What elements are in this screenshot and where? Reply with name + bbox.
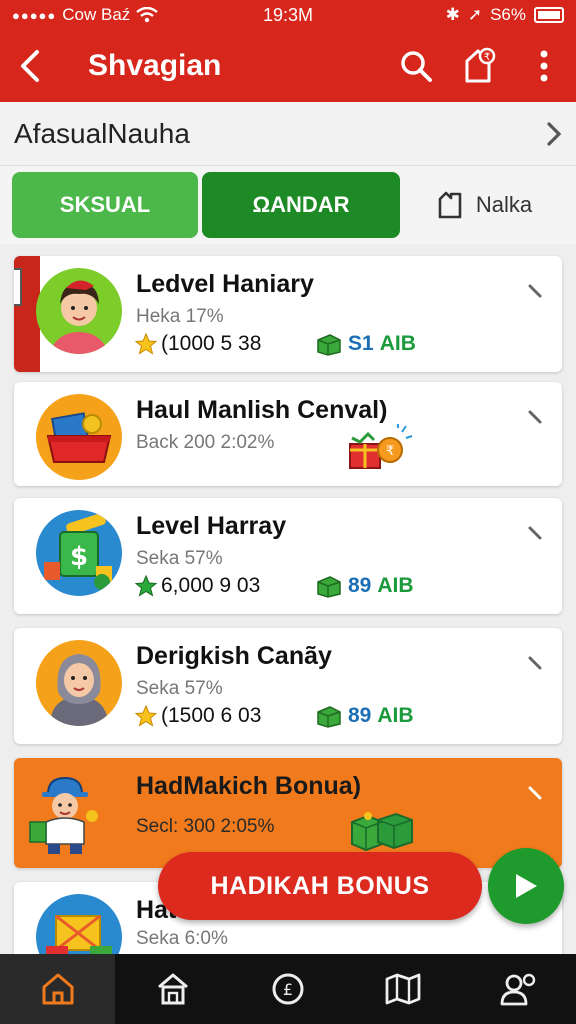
- location-icon: ➚: [467, 5, 483, 24]
- avatar: [36, 394, 122, 480]
- tab-nalka-label: Nalka: [475, 192, 533, 217]
- play-button[interactable]: [488, 848, 564, 924]
- more-vert-icon: [540, 50, 548, 82]
- card-subtitle: Seka 6:0%: [136, 928, 228, 949]
- back-button[interactable]: [0, 30, 60, 102]
- card-title: Ledvel Haniary: [136, 270, 314, 298]
- svg-text:£: £: [283, 980, 293, 999]
- tab-oandar[interactable]: ΩANDAR: [202, 172, 400, 238]
- cash-icon: [317, 576, 341, 598]
- bookmark-icon: [438, 191, 462, 219]
- back-arrow-icon: [21, 50, 39, 82]
- wallet-button[interactable]: ₹: [448, 30, 512, 102]
- collapse-caret-icon[interactable]: [526, 524, 546, 544]
- signal-dots-icon: ●●●●●: [12, 7, 57, 23]
- card-reward-unit: AIB: [379, 332, 416, 355]
- card-subtitle: Seka 57%: [136, 678, 223, 699]
- chevron-right-icon: [547, 121, 562, 146]
- app-bar: Shvagian ₹: [0, 30, 576, 102]
- nav-profile[interactable]: [461, 954, 576, 1024]
- gift-icon: [351, 812, 413, 852]
- card-title: HadMakich Bonua): [136, 772, 362, 800]
- card-stars: (1000 5 38: [134, 332, 261, 356]
- card-subtitle: Secl: 300 2:05%: [136, 816, 275, 837]
- list-item[interactable]: Ledvel Haniary Heka 17% (1000 5 38 S1 AI…: [14, 256, 562, 372]
- card-stars: 6,000 9 03: [134, 574, 260, 598]
- coin-icon: £: [272, 973, 304, 1005]
- card-reward: S1 AIB: [316, 332, 416, 356]
- card-stars-value: (1500 6 03: [161, 704, 262, 727]
- star-icon: [134, 574, 158, 597]
- star-icon: [134, 332, 158, 355]
- list-item[interactable]: Haul Manlish Cenval) Back 200 2:02% ₹: [14, 382, 562, 486]
- nav-map[interactable]: [346, 954, 461, 1024]
- card-subtitle: Back 200 2:02%: [136, 432, 275, 453]
- cash-icon: [317, 706, 341, 728]
- card-stars-value: 6,000 9 03: [161, 574, 261, 597]
- card-reward: 89 AIB: [316, 704, 414, 728]
- status-left: ●●●●● Cow Βaź: [12, 5, 212, 25]
- tab-sksual[interactable]: SKSUAL: [12, 172, 198, 238]
- carrier-label: Cow Βaź: [62, 5, 131, 24]
- more-button[interactable]: [512, 30, 576, 102]
- page-title: Shvagian: [88, 49, 222, 82]
- play-icon: [516, 874, 537, 898]
- avatar: [36, 268, 122, 354]
- breadcrumb-text: AfasualNauha: [14, 117, 190, 149]
- card-title: Derigkish Canãy: [136, 642, 332, 670]
- bonus-button[interactable]: HADIKAH BONUS: [158, 852, 482, 920]
- wifi-icon: [136, 7, 159, 23]
- collapse-caret-icon[interactable]: [526, 282, 546, 302]
- tab-nalka[interactable]: Nalka: [404, 172, 564, 238]
- card-reward-value: 89: [348, 574, 372, 597]
- star-icon: [134, 704, 158, 727]
- card-reward: 89 AIB: [316, 574, 414, 598]
- battery-percent: S6%: [490, 5, 526, 24]
- nav-coins[interactable]: £: [230, 954, 345, 1024]
- status-right: ✱ ➚ S6%: [446, 5, 564, 25]
- rupee-bag-icon: ₹: [465, 47, 496, 83]
- list-item[interactable]: Derigkish Canãy Seka 57% (1500 6 03 89 …: [14, 628, 562, 744]
- card-subtitle: Heka 17%: [136, 306, 224, 327]
- svg-text:₹: ₹: [386, 444, 394, 459]
- card-reward-unit: AIB: [377, 704, 414, 727]
- search-icon: [401, 51, 432, 82]
- svg-text:₹: ₹: [484, 52, 490, 63]
- profile-icon: [501, 973, 536, 1006]
- card-reward-unit: AIB: [377, 574, 414, 597]
- card-reward-value: 89: [348, 704, 372, 727]
- card-subtitle: Seka 57%: [136, 548, 223, 569]
- gift-icon: ₹: [349, 424, 413, 469]
- avatar: [22, 770, 108, 856]
- card-reward-value: S1: [348, 332, 374, 355]
- cash-icon: [317, 334, 341, 356]
- home-icon: [157, 973, 188, 1005]
- collapse-caret-icon[interactable]: [526, 654, 546, 674]
- card-title: Haul Manlish Cenval): [136, 396, 388, 424]
- svg-text:$: $: [70, 542, 88, 572]
- bottom-nav: £: [0, 954, 576, 1024]
- card-stars: (1500 6 03: [134, 704, 261, 728]
- nav-home[interactable]: [115, 954, 230, 1024]
- avatar: [36, 640, 122, 726]
- house-icon: [42, 973, 74, 1005]
- avatar: $: [36, 510, 122, 596]
- card-title: Level Harray: [136, 512, 287, 540]
- collapse-caret-icon[interactable]: [526, 784, 546, 804]
- collapse-caret-icon[interactable]: [526, 408, 546, 428]
- search-button[interactable]: [384, 30, 448, 102]
- breadcrumb[interactable]: AfasualNauha: [0, 102, 576, 166]
- tab-bar: SKSUAL ΩANDAR Nalka: [0, 166, 576, 244]
- bluetooth-icon: ✱: [445, 5, 460, 24]
- status-bar: ●●●●● Cow Βaź 19:3M ✱ ➚ S6%: [0, 0, 576, 30]
- list-item[interactable]: $ Level Harray Seka 57% 6,000 9 03 89 AI…: [14, 498, 562, 614]
- nav-house[interactable]: [0, 954, 116, 1024]
- card-stars-value: (1000 5 38: [161, 332, 262, 355]
- map-icon: [385, 973, 421, 1005]
- battery-icon: [534, 7, 564, 23]
